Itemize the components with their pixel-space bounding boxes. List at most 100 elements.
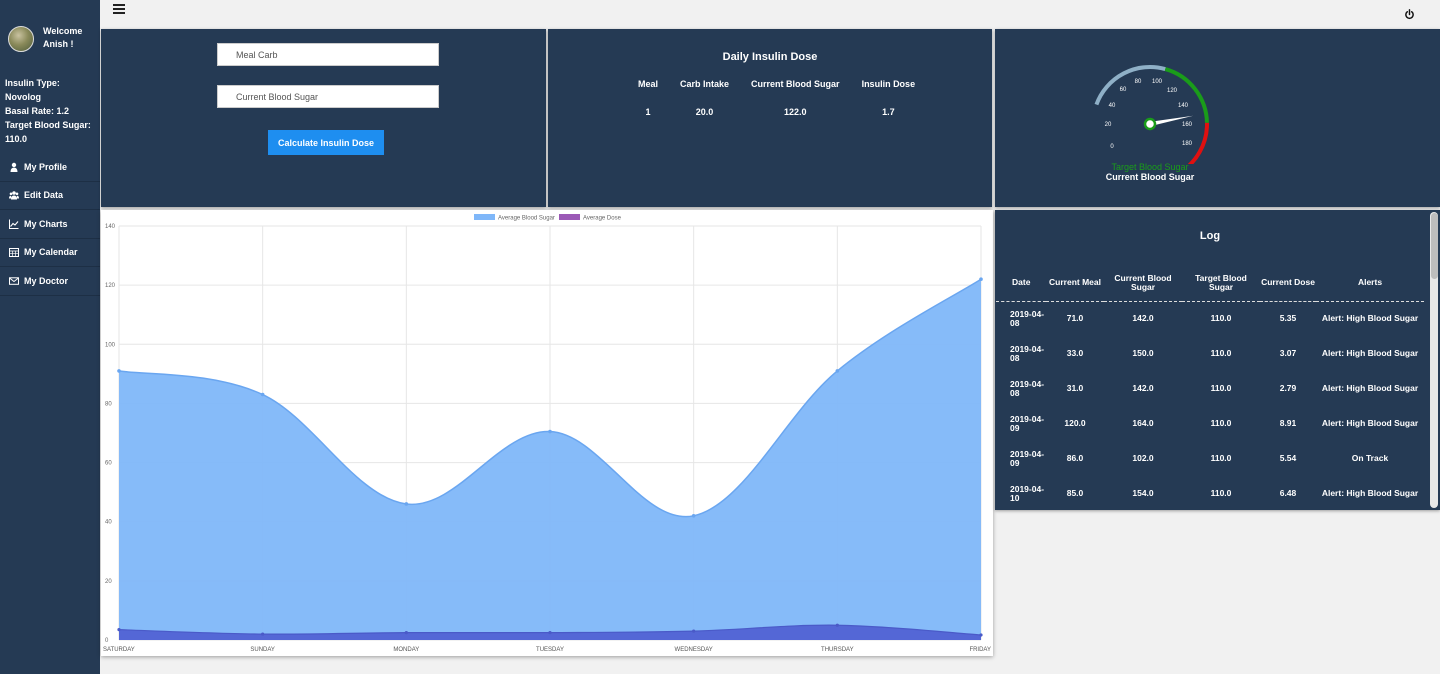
data-point-dose[interactable] [261, 632, 265, 636]
table-row: 2019-04-08 33.0 150.0 110.0 3.07 Alert: High … [996, 336, 1424, 371]
user-block: Welcome Anish ! [8, 24, 98, 54]
cell-current-blood-sugar: 154.0 [1132, 488, 1154, 498]
data-point-dose[interactable] [692, 629, 696, 633]
y-tick-label: 80 [105, 401, 112, 407]
sidebar-item-my-doctor[interactable]: My Doctor [0, 267, 100, 296]
cell-target-blood-sugar: 110.0 [1210, 383, 1232, 393]
x-tick-label: WEDNESDAY [675, 647, 713, 653]
data-point-dose[interactable] [979, 633, 983, 637]
cell-date: 2019-04-10 [1010, 483, 1045, 503]
cell-target-blood-sugar: 110.0 [1210, 313, 1232, 324]
basal-rate: Basal Rate: 1.2 [5, 106, 70, 116]
cell-date: 2019-04-09 [1010, 448, 1045, 468]
data-point-dose[interactable] [835, 623, 839, 627]
blood-sugar-gauge: 0 20 40 60 80 100 120 140 160 180 [1094, 65, 1209, 164]
calculate-insulin-button[interactable]: Calculate Insulin Dose [268, 130, 384, 155]
cell-current-dose: 5.35 [1279, 313, 1297, 324]
col-alerts: Alerts [1316, 265, 1424, 302]
col-meal: Meal [638, 79, 659, 89]
cell-alert: Alert: High Blood Sugar [1321, 348, 1419, 358]
y-tick-label: 120 [105, 283, 116, 289]
cell-current-meal: 86.0 [1066, 453, 1084, 463]
legend-label-dose[interactable]: Average Dose [583, 216, 622, 222]
data-point-dose[interactable] [117, 628, 121, 632]
sidebar-item-my-profile[interactable]: My Profile [0, 153, 100, 182]
table-row: 2019-04-09 120.0 164.0 110.0 8.91 Alert: High… [996, 406, 1424, 441]
log-scroll-thumb[interactable] [1431, 213, 1438, 279]
cell-current-meal: 85.0 [1066, 488, 1084, 498]
data-point-blood-sugar[interactable] [404, 502, 409, 506]
user-icon [9, 162, 19, 172]
cell-alert: Alert: High Blood Sugar [1321, 383, 1419, 393]
sidebar-item-label: My Profile [24, 161, 68, 172]
x-tick-label: THURSDAY [821, 647, 854, 653]
calendar-icon [9, 247, 19, 258]
cell-current-blood-sugar: 150.0 [1132, 348, 1154, 358]
menu-icon[interactable] [113, 4, 125, 16]
cell-current-dose: 2.79 [1279, 383, 1297, 393]
sidebar-item-my-charts[interactable]: My Charts [0, 210, 100, 239]
y-tick-label: 140 [105, 224, 116, 230]
data-point-dose[interactable] [404, 631, 408, 635]
gauge-label: Current Blood Sugar [1105, 172, 1195, 182]
col-carb-intake: Carb Intake [680, 79, 730, 89]
table-header-row: Date Current Meal Current Blood Sugar Ta… [996, 265, 1424, 302]
meal-carb-input[interactable] [217, 43, 439, 66]
welcome-text: Welcome Anish ! [43, 25, 103, 51]
daily-dose-table: Meal Carb Intake Current Blood Sugar Ins… [627, 77, 926, 117]
target-blood-sugar: Target Blood Sugar: 110.0 [5, 120, 91, 144]
envelope-icon [9, 276, 19, 286]
gauge-target-band [1164, 67, 1209, 123]
daily-dose-panel: Daily Insulin Dose Meal Carb Intake Curr… [548, 29, 992, 207]
col-insulin-dose: Insulin Dose [861, 79, 916, 89]
gauge-tick-label: 140 [1178, 103, 1189, 109]
data-point-blood-sugar[interactable] [548, 429, 552, 434]
welcome-label: Welcome [43, 26, 83, 36]
cell-current-dose: 5.54 [1279, 453, 1297, 463]
sidebar-item-my-calendar[interactable]: My Calendar [0, 239, 100, 267]
gauge-tick-label: 180 [1182, 141, 1193, 147]
data-point-blood-sugar[interactable] [117, 369, 121, 373]
avatar[interactable] [8, 26, 34, 52]
top-bar [100, 0, 1440, 28]
gauge-tick-label: 100 [1152, 79, 1163, 85]
gauge-tick-label: 120 [1167, 88, 1178, 94]
legend-swatch-dose[interactable] [559, 214, 580, 220]
data-point-dose[interactable] [548, 631, 552, 635]
sidebar-nav: My Profile Edit Data My Charts My Calend… [0, 153, 100, 296]
sidebar: Welcome Anish ! Insulin Type: Novolog Ba… [0, 0, 100, 674]
data-point-blood-sugar[interactable] [835, 369, 840, 373]
col-target-blood-sugar: Target Blood Sugar [1182, 265, 1260, 302]
cell-current-blood-sugar: 142.0 [1132, 383, 1154, 393]
user-name: Anish ! [43, 39, 74, 49]
y-tick-label: 100 [105, 342, 116, 348]
cell-target-blood-sugar: 110.0 [1210, 488, 1232, 498]
insulin-type: Insulin Type: Novolog [5, 78, 60, 102]
cell-alert: Alert: High Blood Sugar [1321, 313, 1419, 324]
cell-target-blood-sugar: 110.0 [1210, 348, 1232, 358]
gauge-low-band [1094, 65, 1166, 106]
gauge-panel: 0 20 40 60 80 100 120 140 160 180 Target Blood Su… [995, 29, 1440, 207]
data-point-blood-sugar[interactable] [979, 277, 983, 282]
cell-current-meal: 120.0 [1064, 418, 1086, 428]
col-current-meal: Current Meal [1046, 265, 1104, 302]
cell-date: 2019-04-09 [1010, 413, 1045, 433]
sidebar-item-label: My Doctor [24, 275, 69, 286]
data-point-blood-sugar[interactable] [260, 392, 265, 397]
legend-label-blood-sugar[interactable]: Average Blood Sugar [498, 216, 555, 222]
cell-meal: 1 [645, 107, 651, 117]
data-point-blood-sugar[interactable] [691, 514, 696, 518]
legend-swatch-blood-sugar[interactable] [474, 214, 495, 220]
log-title: Log [1199, 230, 1221, 242]
gauge-tick-label: 160 [1182, 122, 1193, 128]
gauge-tick-label: 80 [1135, 79, 1142, 85]
cell-carb-intake: 20.0 [695, 107, 714, 117]
gauge-target-label: Target Blood Sugar [1111, 162, 1189, 172]
sidebar-item-edit-data[interactable]: Edit Data [0, 182, 100, 210]
power-icon[interactable] [1404, 9, 1415, 20]
blood-sugar-input[interactable] [217, 85, 439, 108]
cell-date: 2019-04-08 [1010, 308, 1045, 328]
cell-alert: Alert: High Blood Sugar [1321, 418, 1419, 428]
cell-current-meal: 33.0 [1066, 348, 1084, 358]
line-chart-icon [9, 219, 19, 229]
